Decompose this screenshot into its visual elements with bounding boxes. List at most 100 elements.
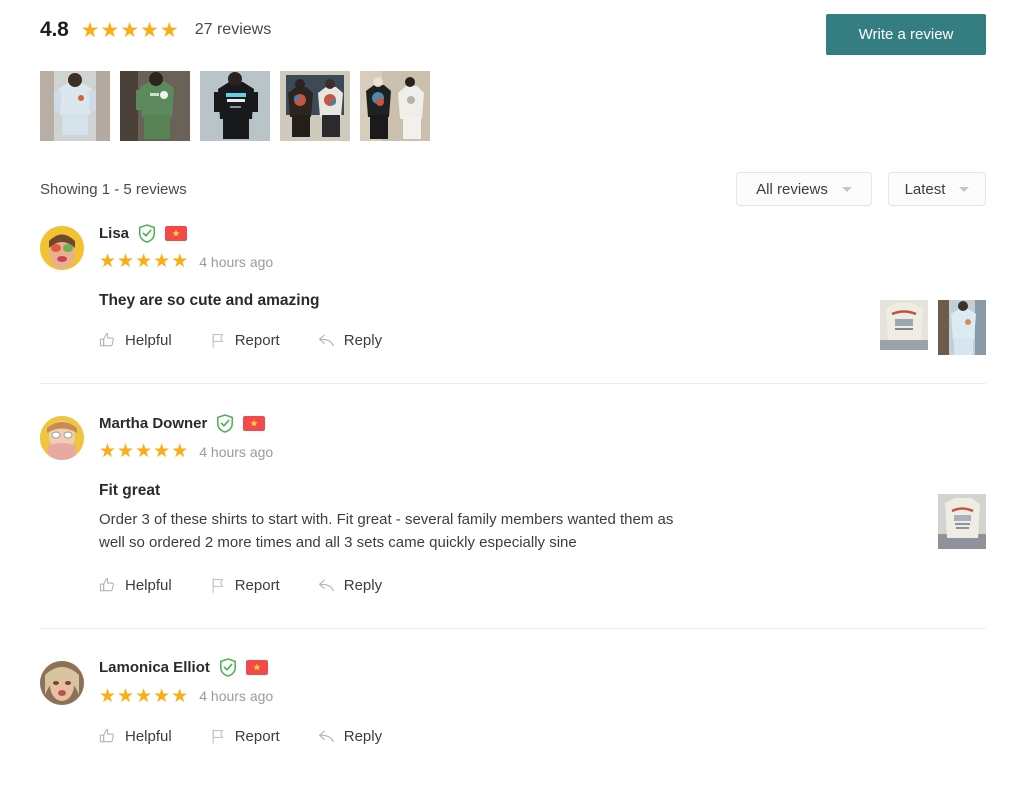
review-photo-image: [938, 300, 986, 355]
report-button[interactable]: Report: [210, 332, 280, 349]
star-icon: ★: [117, 251, 135, 272]
star-icon: ★: [120, 18, 140, 42]
report-label: Report: [234, 576, 280, 594]
star-icon: ★: [153, 251, 171, 272]
avatar: [40, 416, 84, 460]
star-icon: ★: [153, 441, 171, 462]
star-icon: ★: [159, 18, 179, 42]
filter-bar: Showing 1 - 5 reviews All reviews Latest: [40, 172, 986, 206]
vietnam-flag-icon: [245, 660, 268, 675]
reviewer-header: Lisa: [99, 222, 986, 244]
reviewer-header: Lamonica Elliot: [99, 657, 986, 679]
thumbnail-black-white-pair[interactable]: [360, 71, 430, 141]
star-rating: ★ ★ ★ ★ ★: [99, 687, 188, 706]
flag-icon: [212, 728, 223, 744]
thumbnail-black-tee[interactable]: [200, 71, 270, 141]
showing-count-label: Showing 1 - 5 reviews: [40, 180, 187, 198]
summary-star-rating: ★ ★ ★ ★ ★: [81, 20, 179, 41]
reply-button[interactable]: Reply: [318, 577, 382, 594]
review-photo-gallery: [938, 494, 986, 549]
review-rating-row: ★ ★ ★ ★ ★ 4 hours ago: [99, 442, 986, 461]
review-title: Fit great: [99, 482, 161, 499]
reviewer-header: Martha Downer: [99, 412, 986, 434]
thumbnail-light-blue-tee[interactable]: [40, 71, 110, 141]
review-item: Lisa ★ ★ ★ ★ ★ 4 hours ago They are so cute and…: [0, 222, 1024, 383]
helpful-button[interactable]: Helpful: [99, 577, 172, 594]
star-rating: ★ ★ ★ ★ ★: [99, 442, 188, 461]
review-item: Lamonica Elliot ★ ★ ★ ★ ★ 4 hours ago Helpful Re…: [0, 629, 1024, 745]
rating-score: 4.8: [40, 18, 69, 41]
reply-label: Reply: [343, 332, 383, 349]
review-rating-row: ★ ★ ★ ★ ★ 4 hours ago: [99, 687, 986, 706]
reviewer-name: Lamonica Elliot: [99, 659, 210, 676]
star-icon: ★: [171, 685, 189, 707]
reply-arrow-icon: [318, 730, 334, 742]
review-item: Martha Downer ★ ★ ★ ★ ★ 4 hours ago Fit great Or…: [0, 384, 1024, 628]
review-photo-image: [880, 300, 928, 350]
thumbnail-back-print-pair[interactable]: [280, 71, 350, 141]
product-reviews-page: 4.8 ★★★★★ 27 reviews Write a review: [0, 0, 1024, 802]
avatar-image: [40, 226, 84, 270]
avatar-image: [40, 416, 84, 460]
star-icon: ★: [99, 251, 117, 272]
star-icon: ★: [99, 441, 117, 462]
review-photo-image: [938, 494, 986, 549]
star-icon: ★: [80, 18, 100, 42]
review-actions: Helpful Report Reply: [99, 728, 986, 745]
reply-button[interactable]: Reply: [318, 728, 382, 745]
rating-summary: 4.8 ★ ★ ★ ★ ★ 27 reviews: [40, 18, 271, 42]
review-photo-cream-tee-back[interactable]: [880, 300, 928, 350]
star-icon: ★: [135, 441, 153, 462]
review-photo-gallery: [880, 300, 986, 355]
review-count-label: 27 reviews: [194, 21, 272, 38]
review-timestamp: 4 hours ago: [199, 253, 274, 270]
helpful-button[interactable]: Helpful: [99, 332, 172, 349]
helpful-label: Helpful: [125, 576, 172, 594]
reply-label: Reply: [343, 727, 383, 745]
vietnam-flag-icon: [165, 225, 188, 241]
helpful-label: Helpful: [125, 727, 172, 745]
verified-shield-icon: [139, 223, 155, 243]
review-list: Lisa ★ ★ ★ ★ ★ 4 hours ago They are so cute and…: [0, 222, 1024, 745]
verified-shield-icon: [219, 658, 236, 677]
review-title: They are so cute and amazing: [99, 292, 320, 309]
review-photo-cream-graphic-tee[interactable]: [938, 494, 986, 549]
star-icon: ★: [135, 251, 153, 272]
review-timestamp: 4 hours ago: [199, 688, 274, 704]
star-icon: ★: [99, 685, 117, 707]
star-icon: ★: [171, 251, 189, 272]
write-review-button[interactable]: Write a review: [826, 14, 986, 55]
report-button[interactable]: Report: [210, 577, 280, 594]
chevron-down-icon: [959, 186, 970, 192]
helpful-button[interactable]: Helpful: [99, 728, 172, 745]
sort-filter-select[interactable]: Latest: [888, 172, 986, 206]
report-label: Report: [234, 332, 280, 349]
reply-arrow-icon: [318, 334, 334, 347]
thumbs-up-icon: [99, 728, 114, 742]
star-rating: ★ ★ ★ ★ ★: [99, 252, 188, 271]
review-actions: Helpful Report Reply: [99, 332, 986, 349]
avatar-image: [40, 660, 84, 705]
review-actions: Helpful Report Reply: [99, 577, 986, 594]
verified-shield-icon: [217, 413, 234, 433]
star-icon: ★: [153, 685, 171, 707]
filter-controls: All reviews Latest: [736, 172, 986, 206]
review-type-filter-select[interactable]: All reviews: [736, 172, 872, 206]
reply-button[interactable]: Reply: [318, 332, 382, 349]
thumbs-up-icon: [99, 577, 114, 591]
thumbs-up-icon: [99, 332, 114, 347]
thumbnail-green-tee[interactable]: [120, 71, 190, 141]
star-icon: ★: [100, 18, 120, 42]
report-button[interactable]: Report: [210, 728, 280, 745]
reply-arrow-icon: [318, 579, 334, 591]
helpful-label: Helpful: [125, 332, 172, 349]
avatar: [40, 226, 84, 270]
star-icon: ★: [117, 441, 135, 462]
review-rating-row: ★ ★ ★ ★ ★ 4 hours ago: [99, 252, 986, 271]
star-icon: ★: [117, 685, 135, 707]
reviewer-name: Martha Downer: [99, 414, 208, 432]
review-photo-blue-tee-front[interactable]: [938, 300, 986, 355]
review-type-filter-value: All reviews: [756, 180, 828, 198]
star-icon: ★: [135, 685, 153, 707]
star-icon: ★: [171, 441, 189, 462]
